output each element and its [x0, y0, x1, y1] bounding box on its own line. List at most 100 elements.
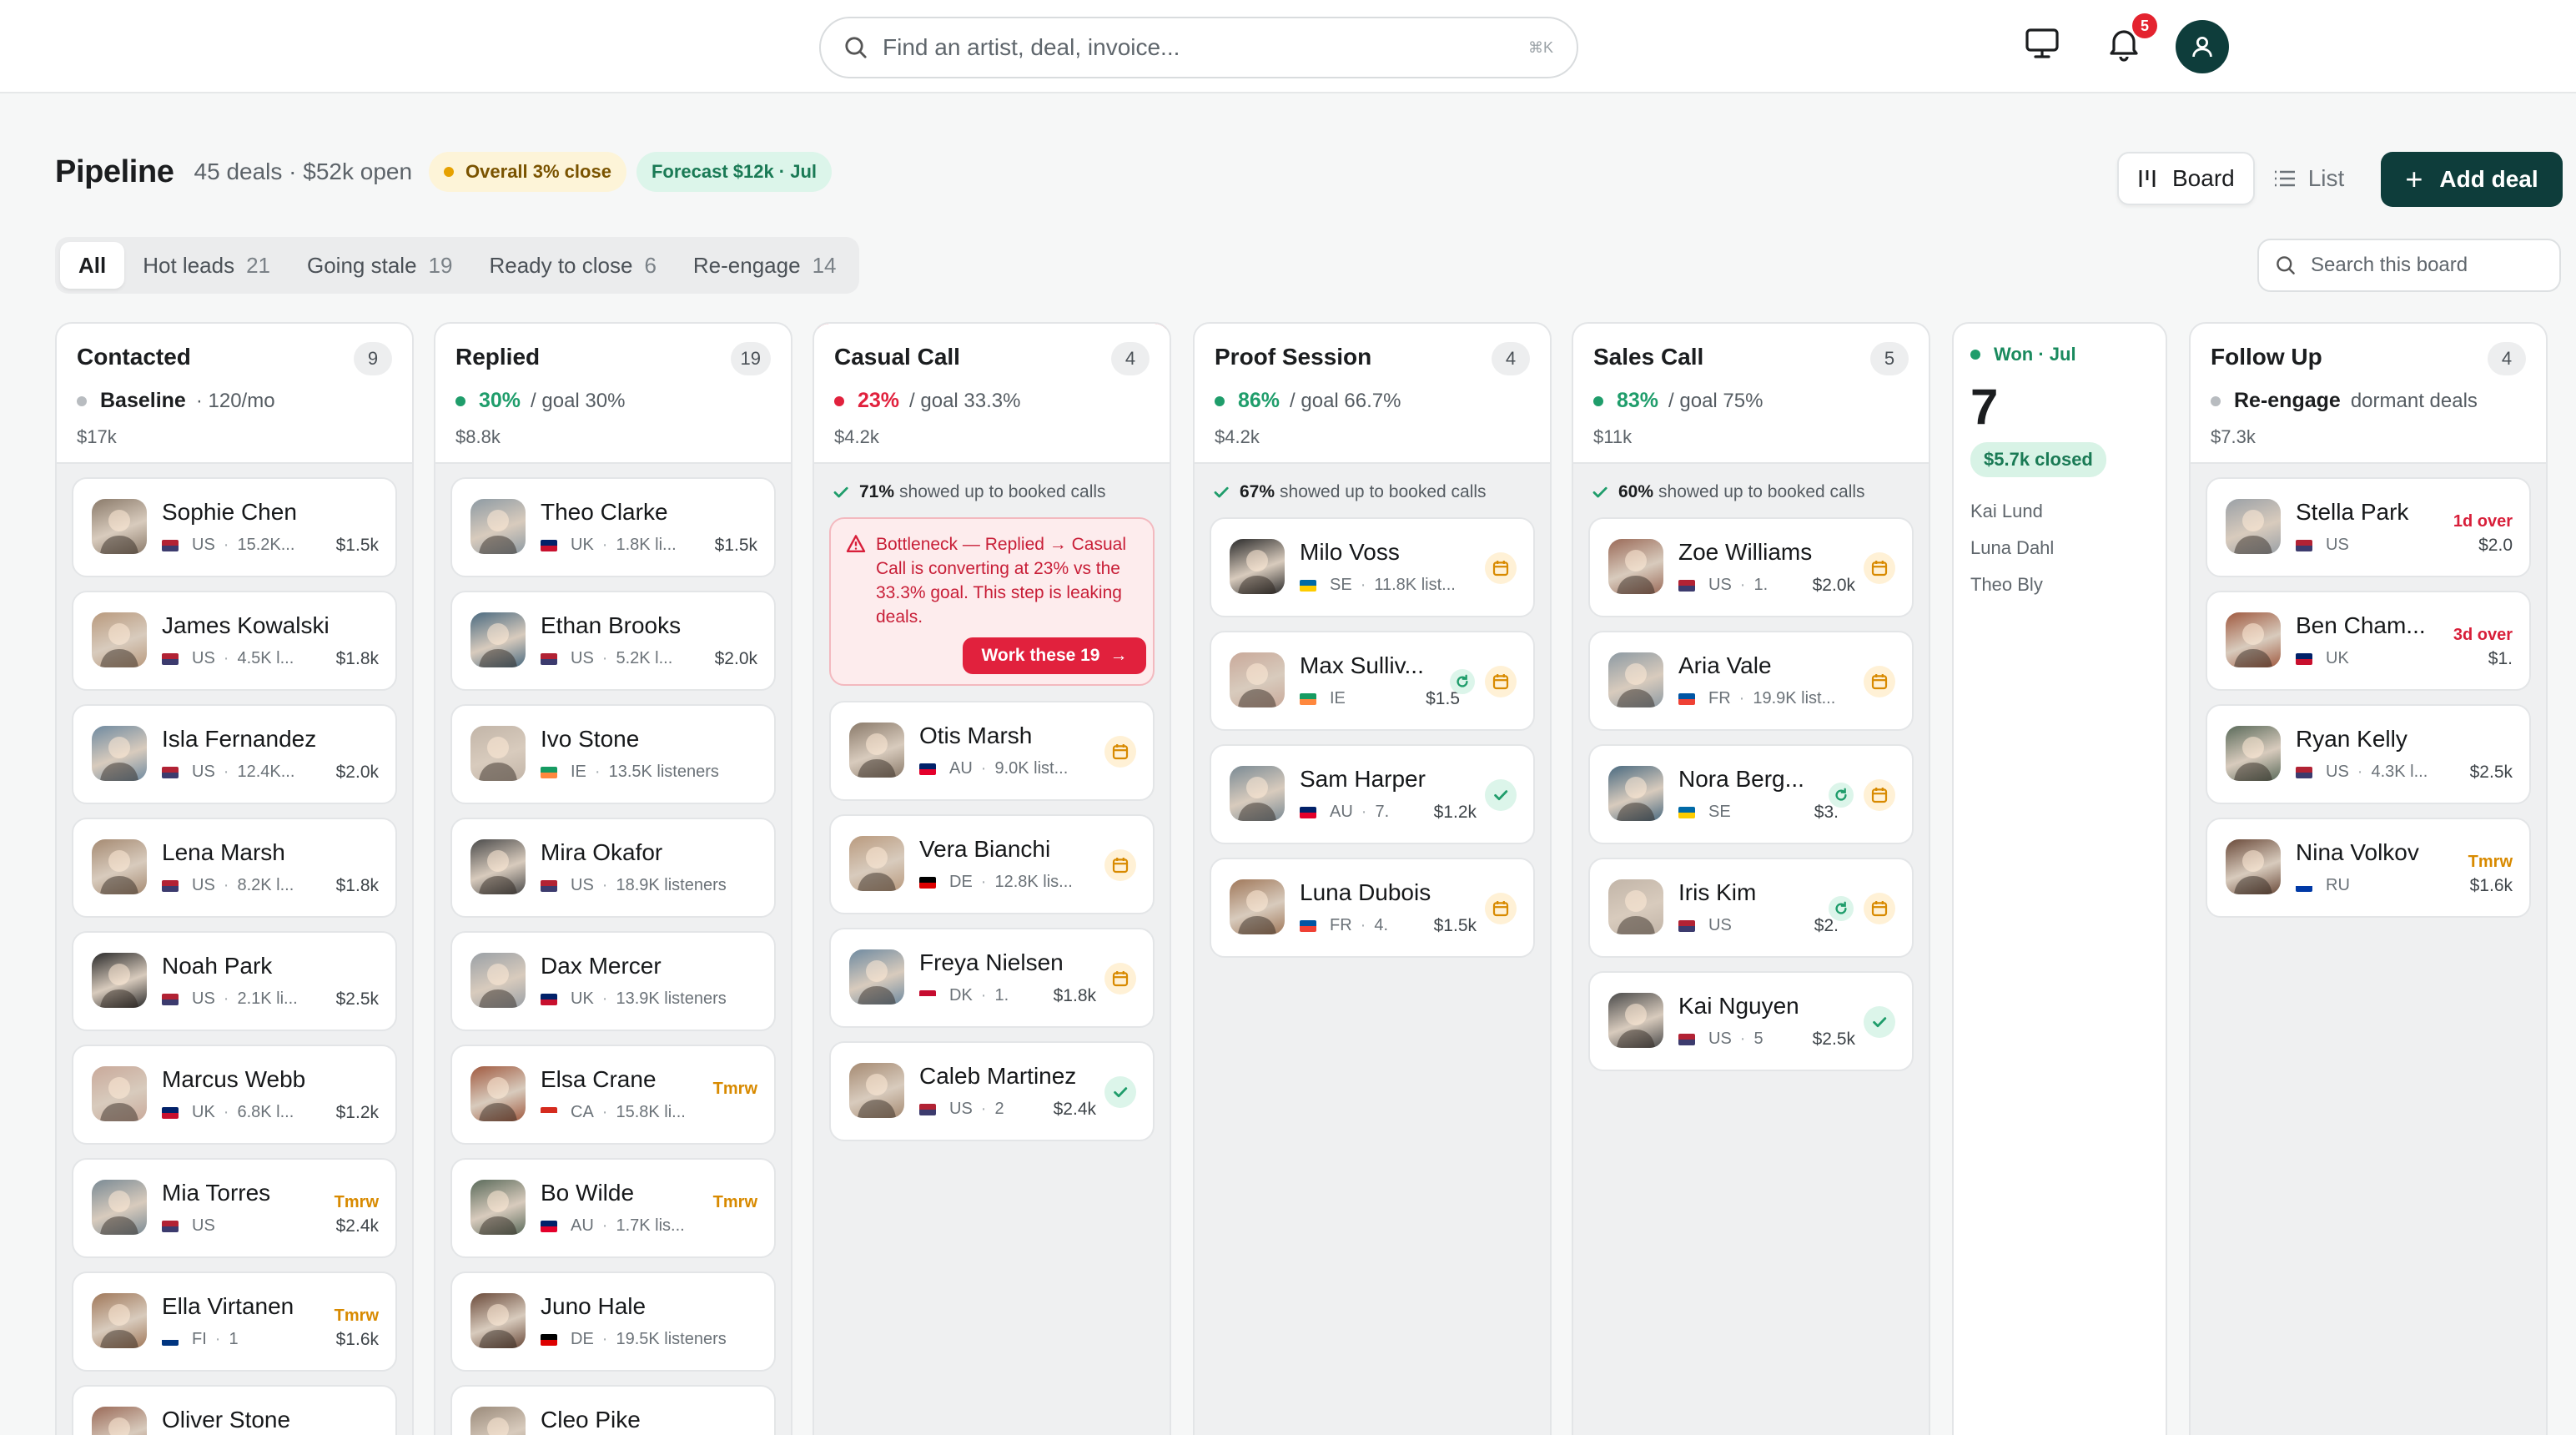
flag-icon	[919, 989, 936, 1002]
calendar-icon[interactable]	[1485, 893, 1517, 924]
deal-card[interactable]: Luna Dubois FR · 4. $1.5k	[1210, 858, 1535, 958]
calendar-icon[interactable]	[1864, 779, 1895, 811]
deal-card[interactable]: Sam Harper AU · 7. $1.2k	[1210, 744, 1535, 844]
refresh-icon[interactable]	[1829, 896, 1854, 921]
board-search-input[interactable]: Search this board	[2257, 239, 2561, 292]
refresh-icon[interactable]	[1829, 783, 1854, 808]
deal-card[interactable]: Max Sulliv... IE $1.5	[1210, 631, 1535, 731]
avatar	[849, 836, 904, 891]
deal-name: Juno Hale	[541, 1293, 647, 1319]
add-deal-button[interactable]: + Add deal	[2381, 152, 2563, 207]
board-view-label: Board	[2172, 165, 2235, 191]
deal-card[interactable]: Iris Kim US $2.	[1588, 858, 1914, 958]
deal-card[interactable]: Lena Marsh US · 8.2K l... $1.8k	[72, 818, 397, 918]
deal-listeners: 1.7K lis...	[616, 1216, 685, 1235]
pipeline-column: Replied 19 30% / goal 30% $8.8k Theo Clarke UK…	[434, 322, 792, 1435]
deal-meta: US · 2.1K li...	[162, 989, 298, 1009]
deal-country: DK	[949, 986, 973, 1004]
deal-listeners: 4.3K l...	[2371, 763, 2428, 781]
filter-tab[interactable]: All	[60, 242, 125, 289]
pipeline-column: Follow Up 4 Re-engage dormant deals $7.3k Ste…	[2189, 322, 2548, 1435]
flag-icon	[162, 652, 179, 665]
deal-card[interactable]: Mira Okafor US · 18.9K listeners	[450, 818, 776, 918]
deal-card[interactable]: Stella Park US $2.0 1d over	[2206, 477, 2531, 577]
calendar-icon[interactable]	[1864, 552, 1895, 584]
deal-card[interactable]: Noah Park US · 2.1K li... $2.5k	[72, 931, 397, 1031]
filter-tab-label: Ready to close	[489, 252, 633, 278]
deal-card[interactable]: Aria Vale FR · 19.9K list...	[1588, 631, 1914, 731]
deal-meta: US · 15.2K...	[162, 536, 294, 555]
deal-country: SE	[1330, 576, 1352, 594]
deal-card[interactable]: Elsa Crane CA · 15.8K li... Tmrw	[450, 1045, 776, 1145]
deal-card[interactable]: Cleo PikeSE·9.6K listeners	[450, 1385, 776, 1435]
filter-tab[interactable]: Re-engage 14	[675, 242, 855, 289]
avatar	[470, 612, 526, 667]
board-view-button[interactable]: Board	[2117, 152, 2255, 205]
flag-icon	[541, 1106, 557, 1119]
avatar	[92, 1180, 147, 1235]
deal-card[interactable]: Sophie Chen US · 15.2K... $1.5k	[72, 477, 397, 577]
list-view-button[interactable]: List	[2255, 152, 2363, 205]
deal-card[interactable]: Ivo Stone IE · 13.5K listeners	[450, 704, 776, 804]
deal-card[interactable]: Milo Voss SE · 11.8K list...	[1210, 517, 1535, 617]
deal-card[interactable]: Dax Mercer UK · 13.9K listeners	[450, 931, 776, 1031]
deal-card[interactable]: Mia Torres US $2.4k Tmrw	[72, 1158, 397, 1258]
avatar	[2226, 612, 2281, 667]
filter-tab[interactable]: Going stale 19	[289, 242, 470, 289]
deal-card[interactable]: Freya Nielsen DK · 1. $1.8k	[829, 928, 1155, 1028]
deal-name: Marcus Webb	[162, 1066, 306, 1092]
monitor-icon[interactable]	[2024, 25, 2060, 62]
calendar-icon[interactable]	[1864, 893, 1895, 924]
won-deal-name[interactable]: Theo Bly	[1970, 574, 2149, 596]
deal-card[interactable]: Ben Cham... UK $1. 3d over	[2206, 591, 2531, 691]
flag-icon	[1678, 579, 1695, 592]
column-header: Contacted 9 Baseline · 120/mo $17k	[57, 324, 412, 464]
due-badge: 1d over	[2453, 512, 2513, 531]
column-amount: $7.3k	[2211, 426, 2256, 447]
deal-card[interactable]: Theo Clarke UK · 1.8K li... $1.5k	[450, 477, 776, 577]
deal-card[interactable]: Caleb Martinez US · 2 $2.4k	[829, 1041, 1155, 1141]
calendar-icon[interactable]	[1485, 666, 1517, 697]
card-list: Sophie Chen US · 15.2K... $1.5k James Kowalsk…	[57, 464, 412, 1435]
deal-card[interactable]: James Kowalski US · 4.5K l... $1.8k	[72, 591, 397, 691]
calendar-icon[interactable]	[1104, 849, 1136, 881]
deal-name: Nina Volkov	[2296, 839, 2419, 865]
due-badge: 3d over	[2453, 626, 2513, 644]
bottleneck-text: Bottleneck — Replied → Casual Call is co…	[876, 535, 1126, 627]
refresh-icon[interactable]	[1450, 669, 1475, 694]
deal-card[interactable]: Marcus Webb UK · 6.8K l... $1.2k	[72, 1045, 397, 1145]
calendar-icon[interactable]	[1864, 666, 1895, 697]
deal-card[interactable]: Juno Hale DE · 19.5K listeners	[450, 1271, 776, 1372]
deal-card[interactable]: Zoe Williams US · 1. $2.0k	[1588, 517, 1914, 617]
deal-card[interactable]: Ella Virtanen FI · 1 $1.6k Tmrw	[72, 1271, 397, 1372]
work-these-button[interactable]: Work these 19 →	[963, 637, 1146, 674]
deal-listeners: 13.5K listeners	[608, 763, 719, 781]
deal-country: US	[192, 876, 215, 894]
user-avatar[interactable]	[2176, 20, 2229, 73]
filter-tab[interactable]: Hot leads 21	[124, 242, 289, 289]
deal-card[interactable]: Otis Marsh AU · 9.0K list...	[829, 701, 1155, 801]
deal-card[interactable]: Ethan Brooks US · 5.2K l... $2.0k	[450, 591, 776, 691]
view-toggle: Board List	[2117, 152, 2362, 205]
deal-card[interactable]: Kai Nguyen US · 5 $2.5k	[1588, 971, 1914, 1071]
deal-card[interactable]: Bo Wilde AU · 1.7K lis... Tmrw	[450, 1158, 776, 1258]
calendar-icon[interactable]	[1104, 736, 1136, 768]
add-deal-label: Add deal	[2439, 166, 2538, 192]
deal-card[interactable]: Nina Volkov RU $1.6k Tmrw	[2206, 818, 2531, 918]
deal-card[interactable]: Isla Fernandez US · 12.4K... $2.0k	[72, 704, 397, 804]
calendar-icon[interactable]	[1104, 963, 1136, 994]
deal-card[interactable]: Oliver StoneUS·3.4K l...$2.4k	[72, 1385, 397, 1435]
deal-country: US	[192, 989, 215, 1008]
won-deal-name[interactable]: Kai Lund	[1970, 501, 2149, 522]
global-search[interactable]: Find an artist, deal, invoice... ⌘K	[819, 17, 1578, 78]
deal-card[interactable]: Nora Berg... SE $3.	[1588, 744, 1914, 844]
calendar-icon[interactable]	[1485, 552, 1517, 584]
deal-card[interactable]: Ryan Kelly US · 4.3K l... $2.5k	[2206, 704, 2531, 804]
deal-meta: DE · 12.8K lis...	[919, 873, 1073, 892]
deal-country: SE	[1708, 803, 1731, 821]
pipeline-column: Casual Call 4 23% / goal 33.3% $4.2k 71% showe…	[813, 322, 1171, 1435]
won-deal-name[interactable]: Luna Dahl	[1970, 537, 2149, 559]
deal-card[interactable]: Vera Bianchi DE · 12.8K lis...	[829, 814, 1155, 914]
filter-tab[interactable]: Ready to close 6	[470, 242, 674, 289]
deal-country: UK	[571, 536, 594, 554]
